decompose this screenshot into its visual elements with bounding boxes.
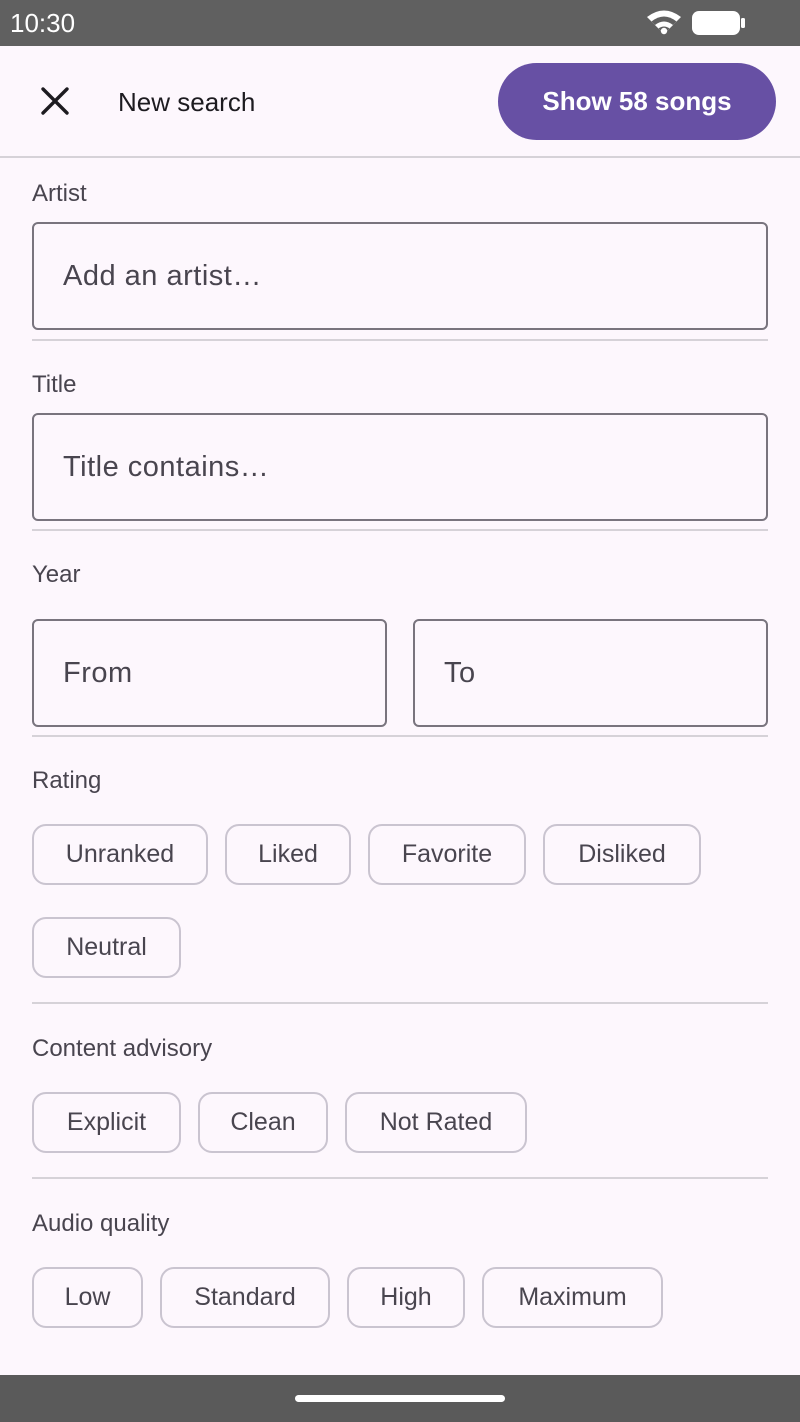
top-app-bar: New search Show 58 songs bbox=[0, 46, 800, 157]
title-input[interactable] bbox=[32, 413, 768, 521]
chip-low[interactable]: Low bbox=[32, 1267, 143, 1328]
audio-quality-label: Audio quality bbox=[32, 1210, 170, 1237]
year-to-input[interactable] bbox=[413, 619, 768, 727]
section-divider bbox=[32, 735, 768, 737]
chip-standard[interactable]: Standard bbox=[160, 1267, 330, 1328]
system-navigation-bar bbox=[0, 1375, 800, 1422]
rating-label: Rating bbox=[32, 767, 102, 794]
section-divider bbox=[32, 1177, 768, 1179]
chip-maximum[interactable]: Maximum bbox=[482, 1267, 663, 1328]
chip-clean[interactable]: Clean bbox=[198, 1092, 328, 1153]
year-label: Year bbox=[32, 561, 81, 588]
page-title: New search bbox=[118, 87, 256, 117]
artist-label: Artist bbox=[32, 180, 87, 207]
gesture-handle[interactable] bbox=[295, 1395, 505, 1402]
section-divider bbox=[32, 339, 768, 341]
battery-icon bbox=[692, 11, 745, 35]
status-bar: 10:30 bbox=[0, 0, 800, 46]
chip-liked[interactable]: Liked bbox=[225, 824, 351, 885]
chip-not-rated[interactable]: Not Rated bbox=[345, 1092, 527, 1153]
artist-input[interactable] bbox=[32, 222, 768, 330]
close-icon bbox=[41, 87, 69, 115]
chip-high[interactable]: High bbox=[347, 1267, 465, 1328]
status-time: 10:30 bbox=[10, 8, 76, 38]
year-from-input[interactable] bbox=[32, 619, 387, 727]
close-button[interactable] bbox=[28, 74, 82, 128]
chip-disliked[interactable]: Disliked bbox=[543, 824, 701, 885]
content-advisory-label: Content advisory bbox=[32, 1035, 213, 1062]
chip-neutral[interactable]: Neutral bbox=[32, 917, 181, 978]
section-divider bbox=[32, 529, 768, 531]
chip-favorite[interactable]: Favorite bbox=[368, 824, 526, 885]
section-divider bbox=[32, 1002, 768, 1004]
app-bar-divider bbox=[0, 156, 800, 158]
show-songs-button[interactable]: Show 58 songs bbox=[498, 63, 776, 140]
chip-explicit[interactable]: Explicit bbox=[32, 1092, 181, 1153]
chip-unranked[interactable]: Unranked bbox=[32, 824, 208, 885]
title-label: Title bbox=[32, 371, 77, 398]
wifi-icon bbox=[647, 10, 681, 35]
